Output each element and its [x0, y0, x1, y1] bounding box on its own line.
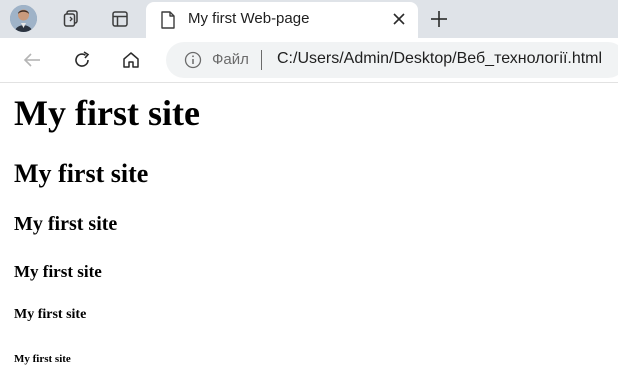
document-icon	[161, 11, 175, 29]
tab-actions-icon	[112, 11, 128, 27]
address-divider	[261, 50, 262, 70]
profile-avatar[interactable]	[10, 5, 37, 32]
reload-icon	[75, 51, 90, 67]
info-icon[interactable]	[184, 51, 202, 69]
workspaces-button[interactable]	[56, 4, 86, 34]
heading-level-3: My first site	[14, 213, 118, 235]
page-content: My first site My first site My first sit…	[0, 82, 618, 391]
avatar-image	[10, 5, 37, 32]
heading-level-1: My first site	[14, 93, 200, 133]
arrow-left-icon	[23, 53, 40, 67]
tab-bar: My first Web-page	[0, 0, 618, 38]
address-bar[interactable]: Файл C:/Users/Admin/Desktop/Веб_технолог…	[166, 42, 618, 78]
tab-actions-button[interactable]	[105, 4, 135, 34]
workspaces-icon	[63, 10, 78, 27]
heading-level-6: My first site	[14, 353, 71, 365]
tab-title: My first Web-page	[188, 10, 310, 27]
scheme-label: Файл	[212, 51, 249, 68]
back-button[interactable]	[17, 45, 47, 75]
heading-level-2: My first site	[14, 159, 149, 188]
reload-button[interactable]	[67, 45, 97, 75]
heading-level-4: My first site	[14, 262, 102, 281]
url-field[interactable]: C:/Users/Admin/Desktop/Веб_технології.ht…	[277, 50, 602, 68]
new-tab-button[interactable]	[425, 5, 453, 33]
close-icon	[393, 13, 405, 25]
home-icon	[123, 52, 139, 68]
close-tab-button[interactable]	[388, 8, 410, 30]
browser-chrome: My first Web-page Файл C:/Users/Admin/De…	[0, 0, 618, 84]
plus-icon	[431, 11, 447, 27]
active-tab[interactable]: My first Web-page	[146, 2, 418, 38]
home-button[interactable]	[116, 45, 146, 75]
heading-level-5: My first site	[14, 307, 87, 322]
navigation-toolbar: Файл C:/Users/Admin/Desktop/Веб_технолог…	[0, 38, 618, 82]
